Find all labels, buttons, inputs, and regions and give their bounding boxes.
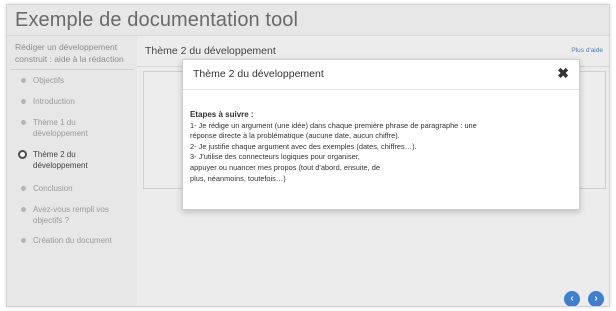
- sidebar-header: Rédiger un développement construit : aid…: [15, 42, 124, 64]
- help-link[interactable]: Plus d'aide: [571, 47, 603, 54]
- step-line: 1- Je rédige un argument (une idée) dans…: [190, 120, 477, 130]
- chevron-left-icon: ‹: [570, 293, 574, 304]
- step-dot-icon: [21, 186, 26, 191]
- chevron-right-icon: ›: [594, 293, 598, 304]
- step-line: appuyer ou nuancer mes propos (tout d'ab…: [190, 162, 380, 172]
- sidebar: Rédiger un développement construit : aid…: [7, 36, 137, 306]
- page-title: Thème 2 du développement: [145, 45, 276, 57]
- step-dot-icon: [21, 238, 26, 243]
- dialog-header: Thème 2 du développement ✖: [183, 60, 579, 90]
- help-dialog: Thème 2 du développement ✖ Etapes à suiv…: [182, 59, 580, 210]
- sidebar-item-label: Avez-vous rempli vos objectifs ?: [33, 205, 109, 225]
- step-dot-icon: [21, 120, 26, 125]
- dialog-body: Etapes à suivre : 1- Je rédige un argume…: [190, 110, 570, 184]
- app-title: Exemple de documentation tool: [15, 9, 299, 31]
- sidebar-item-label: Introduction: [33, 97, 75, 106]
- step-line: 2- Je justifie chaque argument avec des …: [190, 141, 417, 151]
- current-step-icon: [18, 150, 27, 159]
- sidebar-item-label: Thème 2 du développement: [33, 150, 88, 170]
- previous-button[interactable]: ‹: [564, 291, 580, 306]
- step-dot-icon: [21, 207, 26, 212]
- sidebar-item-label: Objectifs: [33, 76, 65, 85]
- step-line: 3- J'utilise des connecteurs logiques po…: [190, 152, 360, 162]
- next-button[interactable]: ›: [588, 291, 604, 306]
- step-dot-icon: [21, 99, 26, 104]
- steps-heading: Etapes à suivre :: [190, 110, 254, 119]
- sidebar-item-label: Création du document: [33, 236, 112, 245]
- close-icon[interactable]: ✖: [557, 65, 569, 82]
- sidebar-item-label: Conclusion: [33, 184, 73, 193]
- step-line: plus, néanmoins, toutefois…): [190, 173, 286, 183]
- step-line: réponse directe à la problématique (aucu…: [190, 131, 400, 141]
- sidebar-divider: [11, 69, 133, 70]
- dialog-title: Thème 2 du développement: [193, 68, 324, 80]
- sidebar-item-label: Thème 1 du développement: [33, 118, 88, 138]
- step-dot-icon: [21, 78, 26, 83]
